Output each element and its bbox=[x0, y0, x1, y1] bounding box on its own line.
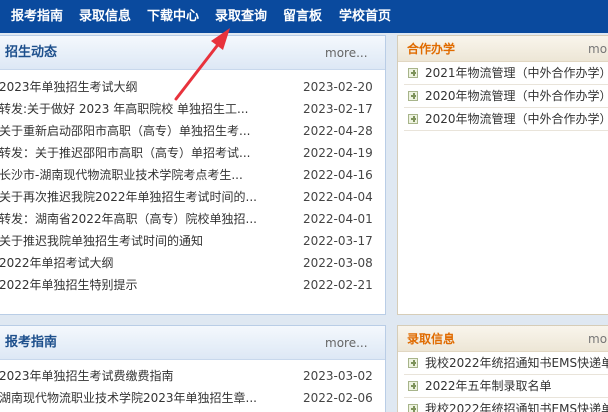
list-item[interactable]: 2022年单独招生特别提示 2022-02-21 bbox=[0, 274, 385, 296]
list-item-title[interactable]: 转发：湖南省2022年高职（高专）院校单独招... bbox=[0, 208, 289, 230]
list-item-date: 2022-04-01 bbox=[303, 212, 373, 226]
list-item-title[interactable]: 2021年物流管理（中外合作办学） bbox=[425, 62, 608, 85]
list-item-title[interactable]: 2022年单独招生特别提示 bbox=[0, 274, 289, 296]
admission-info-header: 录取信息 more bbox=[398, 326, 608, 352]
plus-bullet-icon bbox=[408, 114, 418, 124]
list-item-date: 2022-04-16 bbox=[303, 168, 373, 182]
list-item[interactable]: 我校2022年统招通知书EMS快递单 bbox=[404, 352, 608, 375]
list-item[interactable]: 湖南现代物流职业技术学院2023年单独招生章... 2022-02-06 bbox=[0, 387, 385, 409]
cooperation-title: 合作办学 bbox=[407, 42, 456, 56]
list-item-title[interactable]: 2022年五年制录取名单 bbox=[425, 375, 552, 398]
list-item-date: 2022-02-06 bbox=[303, 391, 373, 405]
list-item[interactable]: 我校2022年统招通知书EMS快递单 bbox=[404, 398, 608, 412]
list-item-title[interactable]: 转发：关于推迟邵阳市高职（高专）单招考试... bbox=[0, 142, 289, 164]
list-item-title[interactable]: 关于推迟我院单独招生考试时间的通知 bbox=[0, 230, 289, 252]
list-item-date: 2022-04-19 bbox=[303, 146, 373, 160]
exam-guide-more-link[interactable]: more... bbox=[325, 326, 368, 360]
list-item[interactable]: 2023年单独招生考试费缴费指南 2023-03-02 bbox=[0, 365, 385, 387]
plus-bullet-icon bbox=[408, 68, 418, 78]
nav-item-admission-query[interactable]: 录取查询 bbox=[215, 0, 267, 33]
list-item-date: 2022-02-21 bbox=[303, 278, 373, 292]
list-item[interactable]: 转发:关于做好 2023 年高职院校 单独招生工... 2023-02-17 bbox=[0, 98, 385, 120]
list-item[interactable]: 2020年物流管理（中外合作办学） bbox=[404, 85, 608, 108]
admission-info-panel: 录取信息 more 我校2022年统招通知书EMS快递单 2022年五年制录取名… bbox=[397, 325, 608, 412]
admission-info-title: 录取信息 bbox=[407, 332, 456, 346]
list-item-date: 2022-04-28 bbox=[303, 124, 373, 138]
list-item[interactable]: 关于推迟我院单独招生考试时间的通知 2022-03-17 bbox=[0, 230, 385, 252]
list-item-title[interactable]: 转发:关于做好 2023 年高职院校 单独招生工... bbox=[0, 98, 289, 120]
list-item-title[interactable]: 关于重新启动邵阳市高职（高专）单独招生考... bbox=[0, 120, 289, 142]
nav-item-exam-guide[interactable]: 报考指南 bbox=[11, 0, 63, 33]
list-item-title[interactable]: 我校2022年统招通知书EMS快递单 bbox=[425, 352, 608, 375]
exam-guide-title: 报考指南 bbox=[5, 335, 58, 350]
list-item[interactable]: 2023年单独招生考试大纲 2023-02-20 bbox=[0, 76, 385, 98]
admission-info-more-link[interactable]: more bbox=[588, 326, 608, 352]
list-item-title[interactable]: 我校2022年统招通知书EMS快递单 bbox=[425, 398, 608, 412]
exam-guide-header: 报考指南 more... bbox=[0, 326, 385, 360]
cooperation-header: 合作办学 more bbox=[398, 36, 608, 62]
plus-bullet-icon bbox=[408, 404, 418, 412]
top-nav: 报考指南 录取信息 下载中心 录取查询 留言板 学校首页 bbox=[0, 0, 608, 33]
list-item[interactable]: 2021年物流管理（中外合作办学） bbox=[404, 62, 608, 85]
nav-item-admission-info[interactable]: 录取信息 bbox=[79, 0, 131, 33]
list-item-date: 2023-02-17 bbox=[303, 102, 373, 116]
plus-bullet-icon bbox=[408, 358, 418, 368]
nav-item-message-board[interactable]: 留言板 bbox=[283, 0, 322, 33]
list-item[interactable]: 关于重新启动邵阳市高职（高专）单独招生考... 2022-04-28 bbox=[0, 120, 385, 142]
list-item-title[interactable]: 关于再次推迟我院2022年单独招生考试时间的... bbox=[0, 186, 289, 208]
list-item-date: 2022-03-08 bbox=[303, 256, 373, 270]
admissions-news-more-link[interactable]: more... bbox=[325, 36, 368, 70]
list-item-title[interactable]: 长沙市-湖南现代物流职业技术学院考点考生... bbox=[0, 164, 289, 186]
admissions-news-panel: 招生动态 more... 2023年单独招生考试大纲 2023-02-20 转发… bbox=[0, 35, 386, 315]
list-item-title[interactable]: 湖南现代物流职业技术学院2023年单独招生章... bbox=[0, 387, 289, 409]
list-item[interactable]: 转发：关于推迟邵阳市高职（高专）单招考试... 2022-04-19 bbox=[0, 142, 385, 164]
list-item[interactable]: 转发：湖南省2022年高职（高专）院校单独招... 2022-04-01 bbox=[0, 208, 385, 230]
list-item-title[interactable]: 2023年单独招生考试大纲 bbox=[0, 76, 289, 98]
list-item-title[interactable]: 2023年单独招生考试费缴费指南 bbox=[0, 365, 289, 387]
exam-guide-panel: 报考指南 more... 2023年单独招生考试费缴费指南 2023-03-02… bbox=[0, 325, 386, 412]
cooperation-more-link[interactable]: more bbox=[588, 36, 608, 62]
nav-item-download-center[interactable]: 下载中心 bbox=[147, 0, 199, 33]
list-item[interactable]: 2022年单招考试大纲 2022-03-08 bbox=[0, 252, 385, 274]
list-item[interactable]: 长沙市-湖南现代物流职业技术学院考点考生... 2022-04-16 bbox=[0, 164, 385, 186]
list-item-date: 2022-03-17 bbox=[303, 234, 373, 248]
page: 报考指南 录取信息 下载中心 录取查询 留言板 学校首页 招生动态 more..… bbox=[0, 0, 608, 412]
admissions-news-header: 招生动态 more... bbox=[0, 36, 385, 70]
list-item-date: 2023-03-02 bbox=[303, 369, 373, 383]
list-item-title[interactable]: 2022年单招考试大纲 bbox=[0, 252, 289, 274]
list-item-date: 2023-02-20 bbox=[303, 80, 373, 94]
list-item[interactable]: 2022年五年制录取名单 bbox=[404, 375, 608, 398]
list-item[interactable]: 2020年物流管理（中外合作办学） bbox=[404, 108, 608, 131]
list-item-title[interactable]: 2020年物流管理（中外合作办学） bbox=[425, 85, 608, 108]
list-item-date: 2022-04-04 bbox=[303, 190, 373, 204]
plus-bullet-icon bbox=[408, 381, 418, 391]
nav-item-school-home[interactable]: 学校首页 bbox=[339, 0, 391, 33]
plus-bullet-icon bbox=[408, 91, 418, 101]
cooperation-panel: 合作办学 more 2021年物流管理（中外合作办学） 2020年物流管理（中外… bbox=[397, 35, 608, 315]
admissions-news-title: 招生动态 bbox=[5, 45, 58, 60]
list-item-title[interactable]: 2020年物流管理（中外合作办学） bbox=[425, 108, 608, 131]
list-item[interactable]: 关于再次推迟我院2022年单独招生考试时间的... 2022-04-04 bbox=[0, 186, 385, 208]
